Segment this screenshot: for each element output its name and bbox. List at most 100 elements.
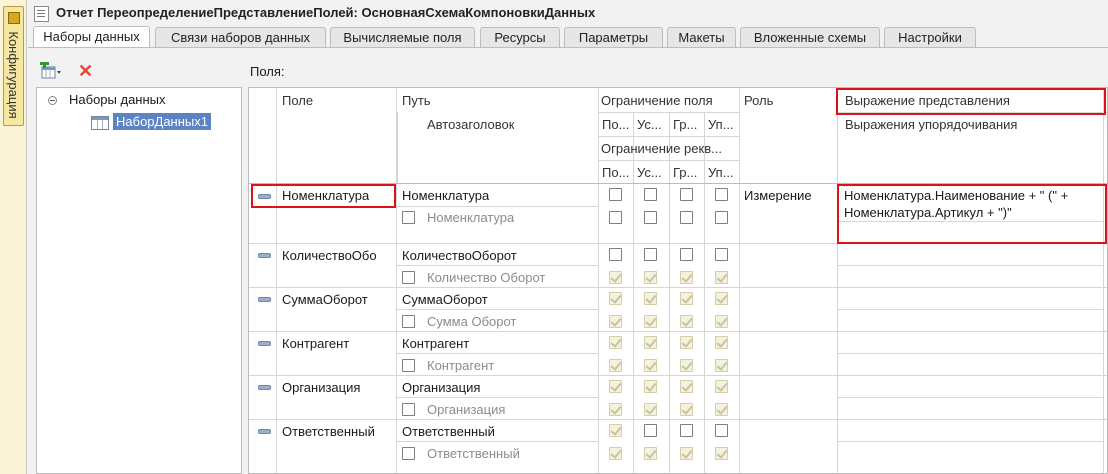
col-header-sub[interactable]: Ус... bbox=[637, 165, 667, 180]
restriction-checkbox[interactable] bbox=[715, 248, 728, 261]
field-path[interactable]: Организация bbox=[402, 380, 480, 395]
field-path[interactable]: СуммаОборот bbox=[402, 292, 488, 307]
field-title[interactable]: Сумма Оборот bbox=[427, 314, 516, 329]
attr-restriction-checkbox[interactable] bbox=[680, 271, 693, 284]
col-header-sub[interactable]: Ус... bbox=[637, 117, 667, 132]
attr-restriction-checkbox[interactable] bbox=[680, 315, 693, 328]
attr-restriction-checkbox[interactable] bbox=[680, 403, 693, 416]
restriction-checkbox[interactable] bbox=[715, 188, 728, 201]
field-title[interactable]: Номенклатура bbox=[427, 210, 514, 225]
field-title[interactable]: Организация bbox=[427, 402, 505, 417]
restriction-checkbox[interactable] bbox=[644, 424, 657, 437]
attr-restriction-checkbox[interactable] bbox=[609, 211, 622, 224]
restriction-checkbox[interactable] bbox=[644, 248, 657, 261]
restriction-checkbox[interactable] bbox=[644, 336, 657, 349]
attr-restriction-checkbox[interactable] bbox=[609, 403, 622, 416]
attr-restriction-checkbox[interactable] bbox=[644, 271, 657, 284]
attr-restriction-checkbox[interactable] bbox=[715, 315, 728, 328]
restriction-checkbox[interactable] bbox=[680, 380, 693, 393]
field-name[interactable]: Контрагент bbox=[282, 336, 349, 351]
restriction-checkbox[interactable] bbox=[644, 380, 657, 393]
attr-restriction-checkbox[interactable] bbox=[609, 447, 622, 460]
attr-restriction-checkbox[interactable] bbox=[715, 403, 728, 416]
col-header-path[interactable]: Путь bbox=[402, 93, 431, 108]
restriction-checkbox[interactable] bbox=[680, 248, 693, 261]
attr-restriction-checkbox[interactable] bbox=[644, 403, 657, 416]
restriction-checkbox[interactable] bbox=[680, 424, 693, 437]
config-side-panel[interactable]: Конфигурация bbox=[0, 0, 27, 474]
col-header-field-restriction[interactable]: Ограничение поля bbox=[601, 93, 713, 108]
field-path[interactable]: Номенклатура bbox=[402, 188, 489, 203]
restriction-checkbox[interactable] bbox=[609, 248, 622, 261]
autotitle-checkbox[interactable] bbox=[402, 359, 415, 372]
tab-layouts[interactable]: Макеты bbox=[667, 27, 736, 47]
field-name[interactable]: Организация bbox=[282, 380, 360, 395]
restriction-checkbox[interactable] bbox=[680, 336, 693, 349]
field-path[interactable]: Контрагент bbox=[402, 336, 469, 351]
field-name[interactable]: Ответственный bbox=[282, 424, 375, 439]
restriction-checkbox[interactable] bbox=[609, 336, 622, 349]
field-path[interactable]: КоличествоОборот bbox=[402, 248, 517, 263]
attr-restriction-checkbox[interactable] bbox=[644, 211, 657, 224]
field-title[interactable]: Ответственный bbox=[427, 446, 520, 461]
col-header-order[interactable]: Выражения упорядочивания bbox=[845, 117, 1017, 132]
attr-restriction-checkbox[interactable] bbox=[715, 447, 728, 460]
attr-restriction-checkbox[interactable] bbox=[609, 359, 622, 372]
field-name[interactable]: КоличествоОбо bbox=[282, 248, 394, 263]
attr-restriction-checkbox[interactable] bbox=[680, 211, 693, 224]
tab-dataset-links[interactable]: Связи наборов данных bbox=[155, 27, 326, 47]
restriction-checkbox[interactable] bbox=[644, 188, 657, 201]
tab-calculated-fields[interactable]: Вычисляемые поля bbox=[330, 27, 475, 47]
autotitle-checkbox[interactable] bbox=[402, 403, 415, 416]
col-header-autotitle[interactable]: Автозаголовок bbox=[427, 117, 514, 132]
attr-restriction-checkbox[interactable] bbox=[680, 359, 693, 372]
autotitle-checkbox[interactable] bbox=[402, 271, 415, 284]
col-header-field[interactable]: Поле bbox=[282, 93, 313, 108]
autotitle-checkbox[interactable] bbox=[402, 447, 415, 460]
attr-restriction-checkbox[interactable] bbox=[715, 359, 728, 372]
restriction-checkbox[interactable] bbox=[715, 424, 728, 437]
restriction-checkbox[interactable] bbox=[644, 292, 657, 305]
tab-resources[interactable]: Ресурсы bbox=[480, 27, 560, 47]
field-name[interactable]: СуммаОборот bbox=[282, 292, 368, 307]
tab-settings[interactable]: Настройки bbox=[884, 27, 976, 47]
col-header-sub[interactable]: По... bbox=[602, 117, 632, 132]
restriction-checkbox[interactable] bbox=[715, 336, 728, 349]
col-header-role[interactable]: Роль bbox=[744, 93, 773, 108]
field-title[interactable]: Контрагент bbox=[427, 358, 494, 373]
delete-icon[interactable]: ✕ bbox=[78, 62, 96, 80]
field-path[interactable]: Ответственный bbox=[402, 424, 495, 439]
tab-parameters[interactable]: Параметры bbox=[564, 27, 663, 47]
field-title[interactable]: Количество Оборот bbox=[427, 270, 545, 285]
attr-restriction-checkbox[interactable] bbox=[644, 447, 657, 460]
attr-restriction-checkbox[interactable] bbox=[715, 211, 728, 224]
tree-root-label[interactable]: Наборы данных bbox=[69, 92, 166, 107]
attr-restriction-checkbox[interactable] bbox=[680, 447, 693, 460]
autotitle-checkbox[interactable] bbox=[402, 315, 415, 328]
restriction-checkbox[interactable] bbox=[680, 292, 693, 305]
attr-restriction-checkbox[interactable] bbox=[609, 315, 622, 328]
tree-item-dataset[interactable]: НаборДанных1 bbox=[113, 113, 211, 130]
attr-restriction-checkbox[interactable] bbox=[715, 271, 728, 284]
collapse-icon[interactable] bbox=[48, 96, 57, 105]
restriction-checkbox[interactable] bbox=[680, 188, 693, 201]
restriction-checkbox[interactable] bbox=[609, 380, 622, 393]
col-header-sub[interactable]: Уп... bbox=[708, 117, 738, 132]
attr-restriction-checkbox[interactable] bbox=[644, 359, 657, 372]
restriction-checkbox[interactable] bbox=[609, 188, 622, 201]
attr-restriction-checkbox[interactable] bbox=[609, 271, 622, 284]
col-header-sub[interactable]: По... bbox=[602, 165, 632, 180]
tab-nested-schemas[interactable]: Вложенные схемы bbox=[740, 27, 880, 47]
restriction-checkbox[interactable] bbox=[609, 424, 622, 437]
autotitle-checkbox[interactable] bbox=[402, 211, 415, 224]
col-header-sub[interactable]: Гр... bbox=[673, 165, 703, 180]
restriction-checkbox[interactable] bbox=[715, 380, 728, 393]
field-role[interactable]: Измерение bbox=[744, 188, 812, 203]
restriction-checkbox[interactable] bbox=[715, 292, 728, 305]
col-header-attr-restriction[interactable]: Ограничение рекв... bbox=[601, 141, 737, 156]
restriction-checkbox[interactable] bbox=[609, 292, 622, 305]
col-header-sub[interactable]: Гр... bbox=[673, 117, 703, 132]
attr-restriction-checkbox[interactable] bbox=[644, 315, 657, 328]
config-tab[interactable]: Конфигурация bbox=[3, 6, 24, 126]
tab-datasets[interactable]: Наборы данных bbox=[33, 26, 150, 48]
